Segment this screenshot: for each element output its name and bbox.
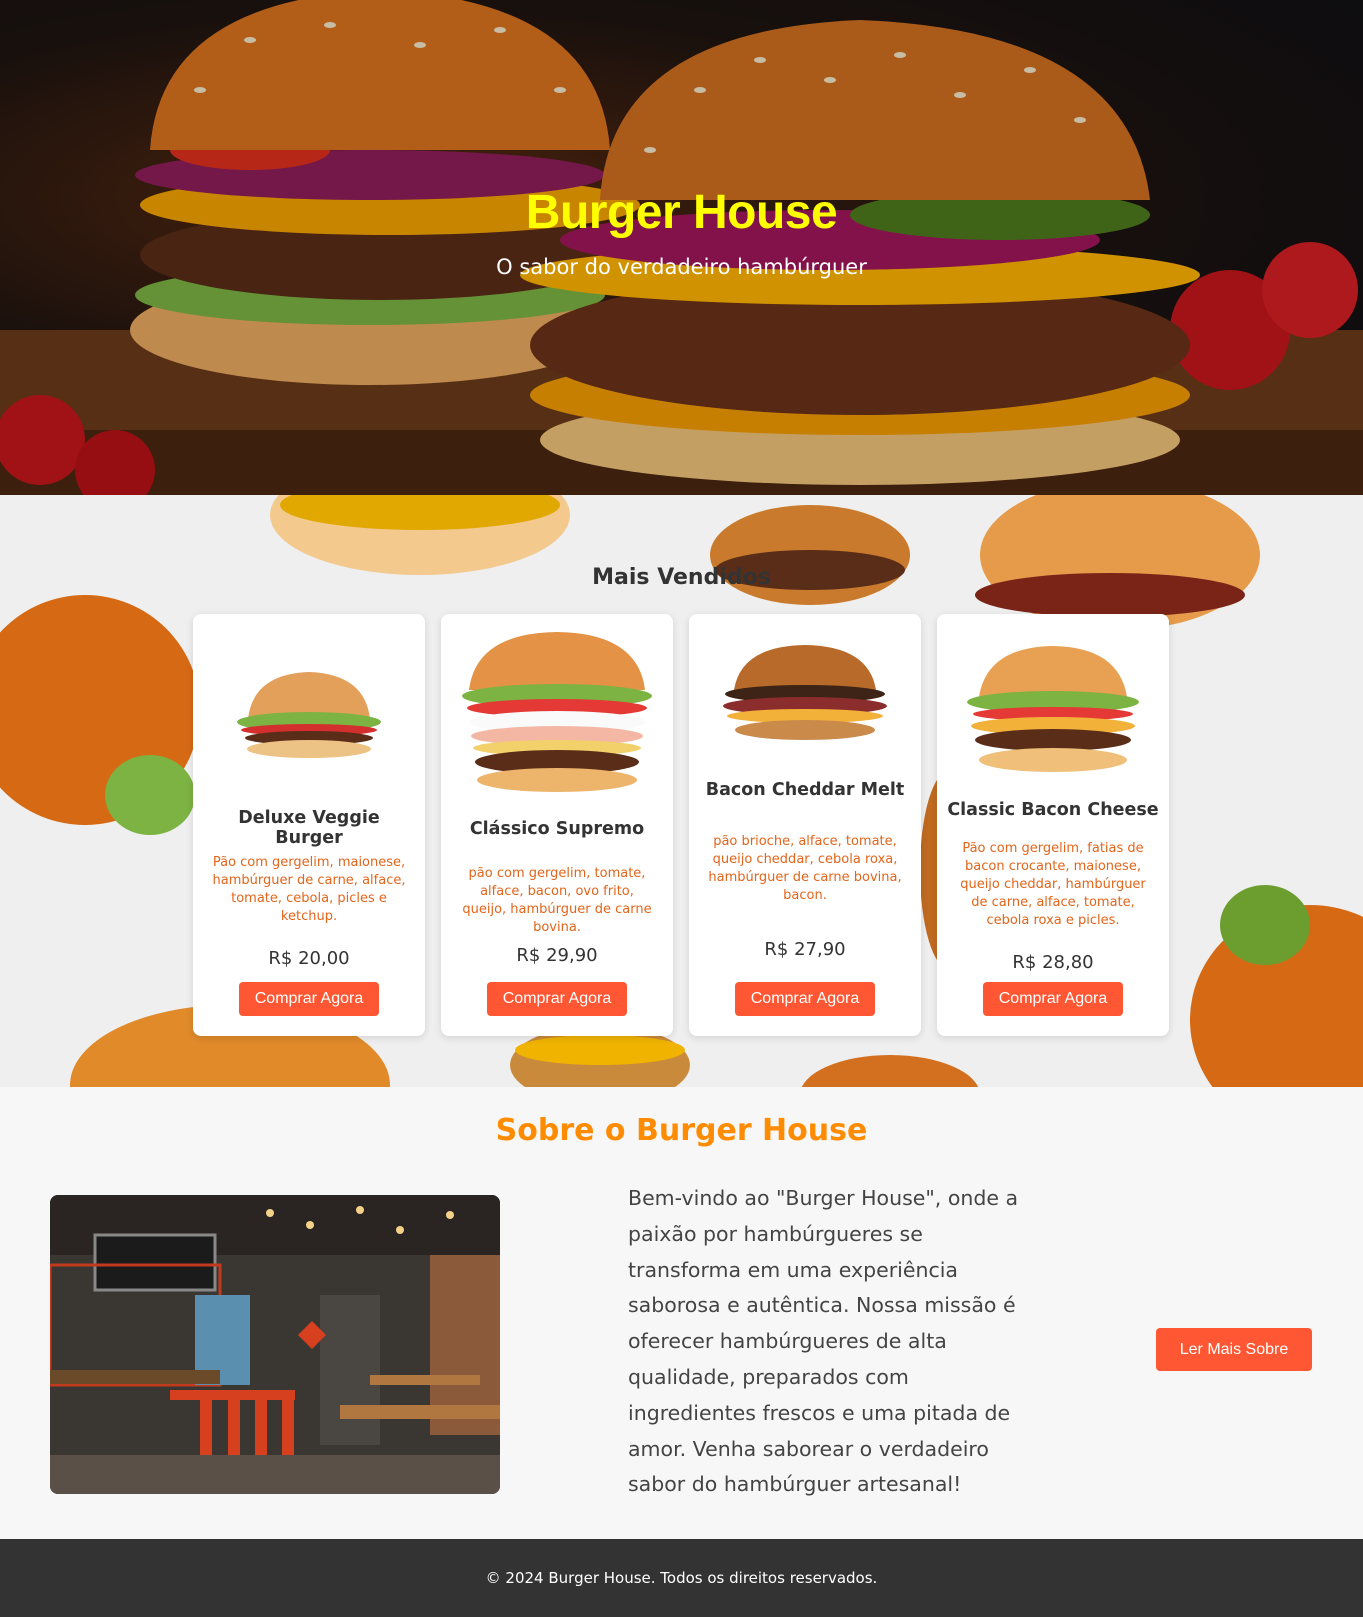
about-title: Sobre o Burger House — [495, 1113, 868, 1148]
product-card: Deluxe Veggie Burger Pão com gergelim, m… — [193, 614, 425, 1036]
product-price: R$ 28,80 — [1012, 952, 1094, 973]
read-more-button[interactable]: Ler Mais Sobre — [1156, 1328, 1312, 1371]
about-section: Sobre o Burger House Bem-vindo ao "Burge… — [0, 1087, 1363, 1539]
best-sellers-title: Mais Vendidos — [592, 565, 771, 590]
buy-now-button[interactable]: Comprar Agora — [735, 982, 875, 1016]
about-text: Bem-vindo ao "Burger House", onde a paix… — [628, 1186, 1019, 1497]
product-card: Clássico Supremo pão com gergelim, tomat… — [441, 614, 673, 1036]
hero-burger-image — [0, 0, 1363, 495]
product-image — [462, 632, 652, 792]
buy-now-button[interactable]: Comprar Agora — [983, 982, 1123, 1016]
product-description: Pão com gergelim, fatias de bacon crocan… — [960, 841, 1146, 928]
product-price: R$ 29,90 — [516, 945, 598, 966]
hero-subtitle: O sabor do verdadeiro hambúrguer — [496, 255, 867, 279]
buy-now-button[interactable]: Comprar Agora — [487, 982, 627, 1016]
copyright-text: © 2024 Burger House. Todos os direitos r… — [485, 1569, 878, 1587]
product-price: R$ 27,90 — [764, 939, 846, 960]
product-card: Bacon Cheddar Melt pão brioche, alface, … — [689, 614, 921, 1036]
buy-now-button[interactable]: Comprar Agora — [239, 982, 379, 1016]
product-name: Clássico Supremo — [469, 819, 645, 839]
product-image — [723, 645, 887, 740]
product-name: Deluxe Veggie Burger — [238, 808, 380, 848]
best-sellers-section: Mais Vendidos Deluxe Veggie Burger Pão c… — [0, 495, 1363, 1087]
product-description: Pão com gergelim, maionese, hambúrguer d… — [212, 855, 406, 924]
footer: © 2024 Burger House. Todos os direitos r… — [0, 1539, 1363, 1617]
product-name: Classic Bacon Cheese — [947, 800, 1159, 820]
product-price: R$ 20,00 — [268, 948, 350, 969]
product-description: pão com gergelim, tomate, alface, bacon,… — [462, 866, 652, 935]
product-name: Bacon Cheddar Melt — [705, 780, 905, 800]
product-image — [237, 672, 381, 758]
product-card: Classic Bacon Cheese Pão com gergelim, f… — [937, 614, 1169, 1036]
hero-title: Burger House — [525, 186, 838, 239]
hero-banner: Burger House O sabor do verdadeiro hambú… — [0, 0, 1363, 495]
product-description: pão brioche, alface, tomate, queijo ched… — [708, 834, 902, 903]
restaurant-interior-image — [50, 1195, 500, 1494]
product-image — [967, 646, 1139, 772]
